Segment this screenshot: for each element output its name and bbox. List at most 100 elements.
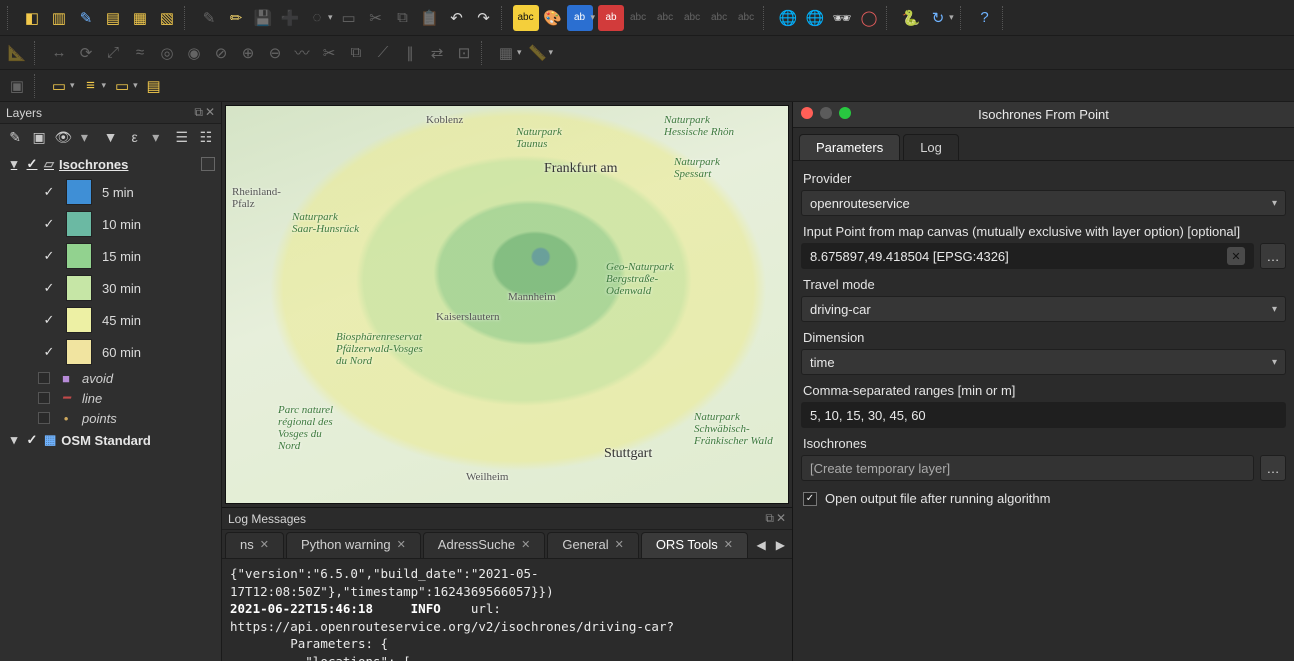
legend-row[interactable]: ✓60 min <box>2 336 219 368</box>
checkbox-icon[interactable]: ✓ <box>42 184 56 200</box>
label-abc-yellow-icon[interactable]: abc <box>513 5 539 31</box>
checkbox-icon[interactable]: ✓ <box>25 156 39 172</box>
close-icon[interactable]: ✕ <box>521 538 530 551</box>
clear-input-icon[interactable]: ✕ <box>1227 247 1245 265</box>
binoculars-icon[interactable]: 🕶 <box>829 5 855 31</box>
delete-part-icon: ⊖ <box>262 40 288 66</box>
ranges-field[interactable]: 5, 10, 15, 30, 45, 60 <box>801 402 1286 428</box>
dimension-select[interactable]: time ▾ <box>801 349 1286 375</box>
input-point-field[interactable]: 8.675897,49.418504 [EPSG:4326] ✕ <box>801 243 1254 269</box>
checkbox-icon[interactable]: ✓ <box>42 280 56 296</box>
checkbox-icon[interactable]: ✓ <box>25 432 39 448</box>
new-project-icon[interactable]: ◧ <box>19 5 45 31</box>
map-canvas[interactable]: Koblenz Frankfurt am Mannheim Kaiserslau… <box>225 105 789 504</box>
close-icon[interactable]: ✕ <box>615 538 624 551</box>
pen-icon[interactable]: ✎ <box>73 5 99 31</box>
close-icon[interactable]: ✕ <box>260 538 269 551</box>
style-manager-icon[interactable]: ▦ <box>127 5 153 31</box>
window-zoom-icon[interactable] <box>839 107 851 119</box>
legend-row[interactable]: ✓15 min <box>2 240 219 272</box>
legend-row[interactable]: ✓5 min <box>2 176 219 208</box>
expand-all-icon[interactable]: ☰ <box>173 127 191 147</box>
log-tab-adresssuche[interactable]: AdressSuche✕ <box>423 532 546 558</box>
tool-panel-body: Provider openrouteservice ▾ Input Point … <box>793 160 1294 661</box>
pick-point-button[interactable]: … <box>1260 243 1286 269</box>
color-box-icon[interactable]: 🎨 <box>540 5 566 31</box>
checkbox-icon[interactable]: ✓ <box>42 344 56 360</box>
layer-osm-standard[interactable]: ▾ ✓ ▦ OSM Standard <box>2 428 219 452</box>
select-by-rect-icon[interactable]: ▭ <box>46 73 72 99</box>
map-town-label: Weilheim <box>466 471 509 483</box>
map-city-label: Frankfurt am <box>544 161 617 177</box>
close-icon[interactable]: ✕ <box>724 538 733 551</box>
scroll-tabs-right-icon[interactable]: ▶ <box>772 538 789 552</box>
deselect-icon[interactable]: ▭ <box>109 73 135 99</box>
collapse-icon[interactable]: ▾ <box>8 156 20 172</box>
log-tab-ors-tools[interactable]: ORS Tools✕ <box>641 532 748 558</box>
ors-tools-icon[interactable]: ◯ <box>856 5 882 31</box>
checkbox-icon[interactable]: ✓ <box>42 248 56 264</box>
output-browse-button[interactable]: … <box>1260 455 1286 481</box>
layout-icon[interactable]: ▤ <box>100 5 126 31</box>
filter-expression-icon[interactable]: ε <box>126 127 144 147</box>
tab-parameters[interactable]: Parameters <box>799 134 900 160</box>
label-abc-red-icon[interactable]: ab <box>598 5 624 31</box>
collapse-icon[interactable]: ▾ <box>8 432 20 448</box>
window-minimize-icon[interactable] <box>820 107 832 119</box>
output-field[interactable]: [Create temporary layer] <box>801 455 1254 481</box>
globe-search-icon[interactable]: 🌐 <box>802 5 828 31</box>
layer-tree[interactable]: ▾ ✓ ▱ Isochrones ✓5 min✓10 min✓15 min✓30… <box>0 150 221 661</box>
ruler-icon: 📐 <box>4 40 30 66</box>
log-tab-ns[interactable]: ns✕ <box>225 532 284 558</box>
project-settings-icon[interactable]: ▧ <box>154 5 180 31</box>
checkbox-icon[interactable]: ✓ <box>42 216 56 232</box>
layer-group-isochrones[interactable]: ▾ ✓ ▱ Isochrones <box>2 152 219 176</box>
layer-label: OSM Standard <box>61 433 151 448</box>
map-park-label: Naturpark Saar-Hunsrück <box>292 211 359 235</box>
refresh-icon[interactable]: ↻ <box>925 5 951 31</box>
help-icon[interactable]: ? <box>972 5 998 31</box>
layers-panel: Layers ⧉ ✕ ✎ ▣ 👁▾ ▼ ε▾ ☰ ☷ ▾ ✓ ▱ Isochro… <box>0 102 222 661</box>
sublayer-points[interactable]: • points <box>2 408 219 428</box>
python-console-icon[interactable]: 🐍 <box>898 5 924 31</box>
log-tab-general[interactable]: General✕ <box>547 532 638 558</box>
provider-select[interactable]: openrouteservice ▾ <box>801 190 1286 216</box>
checkbox-unchecked-icon[interactable] <box>38 392 50 404</box>
add-feature-icon: ➕ <box>277 5 303 31</box>
close-icon[interactable]: ✕ <box>397 538 406 551</box>
undock-panel-icon[interactable]: ⧉ <box>194 105 203 120</box>
globe-add-icon[interactable]: 🌐 <box>775 5 801 31</box>
legend-row[interactable]: ✓10 min <box>2 208 219 240</box>
close-panel-icon[interactable]: ✕ <box>776 511 786 526</box>
legend-row[interactable]: ✓45 min <box>2 304 219 336</box>
undo-icon[interactable]: ↶ <box>444 5 470 31</box>
log-body[interactable]: {"version":"6.5.0","build_date":"2021-05… <box>222 559 792 661</box>
styling-icon[interactable]: ✎ <box>6 127 24 147</box>
checkbox-unchecked-icon[interactable] <box>38 412 50 424</box>
tab-log[interactable]: Log <box>903 134 959 160</box>
select-by-expr-icon[interactable]: ≡ <box>78 73 104 99</box>
select-all-icon[interactable]: ▤ <box>141 73 167 99</box>
checkbox-icon[interactable]: ✓ <box>42 312 56 328</box>
log-tab-python-warning[interactable]: Python warning✕ <box>286 532 421 558</box>
open-project-icon[interactable]: ▥ <box>46 5 72 31</box>
open-after-checkbox[interactable]: ✓ Open output file after running algorit… <box>801 483 1286 514</box>
visibility-icon[interactable]: 👁 <box>54 127 72 147</box>
add-group-icon[interactable]: ▣ <box>30 127 48 147</box>
legend-row[interactable]: ✓30 min <box>2 272 219 304</box>
close-panel-icon[interactable]: ✕ <box>205 105 215 120</box>
travel-mode-select[interactable]: driving-car ▾ <box>801 296 1286 322</box>
map-park-label: Naturpark Schwäbisch- Fränkischer Wald <box>694 411 773 447</box>
checkbox-unchecked-icon[interactable] <box>38 372 50 384</box>
undock-panel-icon[interactable]: ⧉ <box>765 511 774 526</box>
redo-icon[interactable]: ↷ <box>471 5 497 31</box>
window-close-icon[interactable] <box>801 107 813 119</box>
scroll-tabs-left-icon[interactable]: ◀ <box>753 538 770 552</box>
label-abc-blue-icon[interactable]: ab <box>567 5 593 31</box>
filter-legend-icon[interactable]: ▼ <box>101 127 119 147</box>
checkbox-checked-icon[interactable]: ✓ <box>803 492 817 506</box>
sublayer-line[interactable]: ━ line <box>2 388 219 408</box>
pencil-icon[interactable]: ✏ <box>223 5 249 31</box>
collapse-all-icon[interactable]: ☷ <box>197 127 215 147</box>
sublayer-avoid[interactable]: ■ avoid <box>2 368 219 388</box>
